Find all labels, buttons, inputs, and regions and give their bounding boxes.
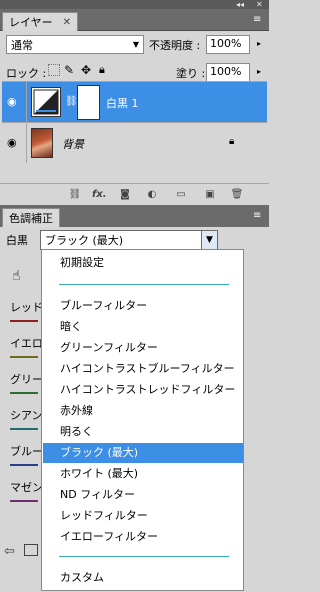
dropdown-item[interactable]: ハイコントラストレッドフィルター [43,380,243,400]
link-icon[interactable]: ⛓ [68,189,82,201]
visibility-eye-icon[interactable]: ◉ [7,96,21,107]
dropdown-item[interactable]: カスタム [43,568,243,588]
lock-icon: 🔒︎ [229,136,235,147]
lock-all-icon[interactable]: 🔒︎ [99,63,105,77]
slider-track-magenta[interactable] [10,500,38,502]
dropdown-item[interactable]: ホワイト (最大) [43,464,243,484]
adjustment-thumbnail [31,87,61,117]
slider-label-blue: ブルー [10,445,43,458]
tab-layers[interactable]: レイヤー ✕ [2,12,79,31]
mask-icon[interactable]: ◙ [118,189,132,201]
panel-menu-icon[interactable]: ≡ [253,210,265,222]
group-icon[interactable]: ▭ [174,189,188,201]
chevron-down-icon[interactable]: ▼ [201,231,217,249]
lock-transparency-icon[interactable] [48,64,60,76]
dropdown-separator [59,284,229,285]
opacity-label: 不透明度 : [149,39,201,52]
slider-label-cyan: シアン [10,409,43,422]
layer-divider [26,82,27,122]
slider-track-blue[interactable] [10,464,38,466]
blend-mode-value: 通常 [11,38,33,52]
adjustment-type-label: 白黒 [6,234,28,247]
hand-tool-icon[interactable]: ☝ [12,268,21,284]
dropdown-item[interactable]: 暗く [43,317,243,337]
slider-track-yellow[interactable] [10,356,38,358]
layer-divider [26,123,27,163]
dropdown-item[interactable]: ブルーフィルター [43,296,243,316]
layer-name[interactable]: 白黒 1 [106,95,139,111]
tab-close-icon[interactable]: ✕ [63,17,71,28]
dropdown-item[interactable]: ハイコントラストブルーフィルター [43,359,243,379]
layers-tab-row: レイヤー ✕ ≡ [0,9,269,31]
opacity-value: 100% [210,37,242,50]
dropdown-item[interactable]: グリーンフィルター [43,338,243,358]
tab-label: 色調補正 [9,212,53,225]
fill-value: 100% [210,65,242,78]
preset-value: ブラック (最大) [45,234,124,247]
dropdown-item[interactable]: ND フィルター [43,485,243,505]
slider-track-green[interactable] [10,392,38,394]
fill-field[interactable]: 100% [206,63,250,82]
layers-footer: ⛓ fx. ◙ ◐ ▭ ▣ 🗑︎ [0,183,269,205]
bw-adjustment-icon [33,89,59,115]
dropdown-item[interactable]: イエローフィルター [43,527,243,547]
layer-mask-thumbnail[interactable] [77,85,100,120]
dropdown-item[interactable]: レッドフィルター [43,506,243,526]
collapse-icon[interactable]: ◂◂ [236,0,244,9]
chain-link-icon[interactable]: ⛓ [65,96,78,107]
slider-track-red[interactable] [10,320,38,322]
lock-label: ロック : [6,67,47,80]
lock-position-icon[interactable]: ✥ [81,63,91,77]
tab-label: レイヤー [9,16,53,29]
dropdown-separator [59,556,229,557]
opacity-slider-arrow-icon[interactable]: ▸ [254,39,264,49]
adjustments-tab-row: 色調補正 ≡ [0,205,269,227]
adjustment-icon[interactable]: ◐ [145,189,159,201]
preset-select[interactable]: ブラック (最大) ▼ [40,230,218,250]
panel-dock-bar: ◂◂ ✕ [0,0,269,9]
slider-label-magenta: マゼン [10,481,43,494]
lock-pixels-icon[interactable]: ✎ [64,63,74,77]
new-layer-icon[interactable]: ▣ [203,189,217,201]
fill-slider-arrow-icon[interactable]: ▸ [254,67,264,77]
chevron-down-icon: ▼ [132,40,139,49]
blend-mode-select[interactable]: 通常 ▼ [6,35,144,54]
slider-track-cyan[interactable] [10,428,38,430]
fill-label: 塗り : [176,67,206,80]
layer-row-background[interactable]: ◉ 背景 🔒︎ [2,122,267,163]
preset-dropdown-menu: 初期設定 ブルーフィルター 暗く グリーンフィルター ハイコントラストブルーフィ… [41,249,244,591]
fx-icon[interactable]: fx. [92,189,107,201]
close-dock-icon[interactable]: ✕ [256,0,263,9]
background-thumbnail [31,128,53,158]
visibility-eye-icon[interactable]: ◉ [7,137,21,148]
dropdown-item-selected[interactable]: ブラック (最大) [43,443,243,463]
clip-icon[interactable] [24,544,38,556]
tab-adjustments[interactable]: 色調補正 [2,208,60,227]
dropdown-item[interactable]: 明るく [43,422,243,442]
trash-icon[interactable]: 🗑︎ [230,189,244,201]
dropdown-item[interactable]: 赤外線 [43,401,243,421]
layer-name[interactable]: 背景 [62,136,84,152]
panel-menu-icon[interactable]: ≡ [253,14,265,26]
opacity-field[interactable]: 100% [206,35,250,54]
layer-row-bw[interactable]: ◉ ⛓ 白黒 1 [2,81,267,122]
back-arrow-icon[interactable]: ⇦ [4,544,15,559]
dropdown-item[interactable]: 初期設定 [43,253,243,273]
